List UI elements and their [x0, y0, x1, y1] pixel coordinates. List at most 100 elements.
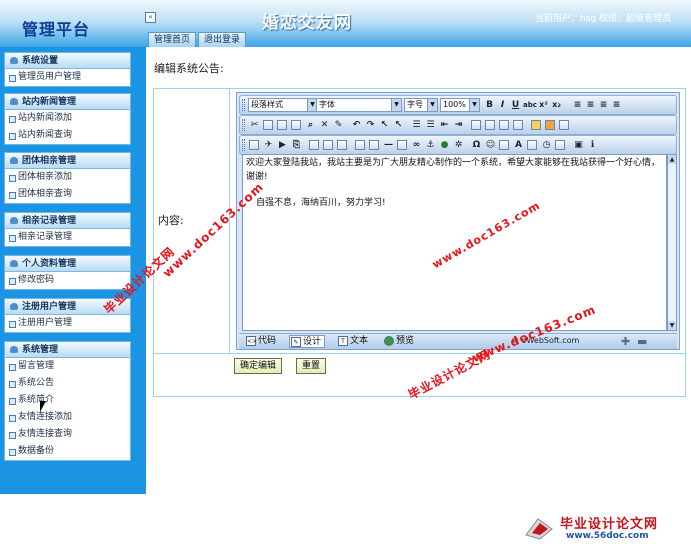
mode-text-tab[interactable]: T 文本	[337, 335, 368, 348]
italic-icon[interactable]: I	[497, 99, 508, 111]
format-brush-icon[interactable]: ✎	[333, 119, 344, 131]
media-icon[interactable]: ▶	[277, 139, 288, 151]
insert-date-icon[interactable]	[499, 140, 509, 150]
mode-preview-tab[interactable]: 预览	[383, 335, 414, 348]
redo-icon[interactable]: ↷	[365, 119, 376, 131]
sidebar-item-messages[interactable]: 留言管理	[5, 358, 130, 375]
copy-icon[interactable]	[263, 120, 273, 130]
mode-code-tab[interactable]: <> 代码	[245, 335, 276, 348]
insert-layer-icon[interactable]	[513, 120, 523, 130]
zoom-select[interactable]: 100% ▼	[440, 98, 480, 112]
collapse-sidebar-icon[interactable]: «	[145, 12, 156, 23]
spell-check-icon[interactable]: A	[513, 139, 524, 151]
select-icon[interactable]: ↖	[379, 119, 390, 131]
scroll-up-icon[interactable]: ▲	[668, 155, 676, 164]
timer-icon[interactable]: ◷	[541, 139, 552, 151]
sidebar-group-title[interactable]: 系统管理	[5, 342, 130, 358]
sidebar-item-data-backup[interactable]: 数据备份	[5, 443, 130, 460]
superscript-icon[interactable]: x²	[538, 99, 549, 111]
unordered-list-icon[interactable]: ☰	[425, 119, 436, 131]
special-char-icon[interactable]: Ω	[471, 139, 482, 151]
flash-icon[interactable]: ✈	[263, 139, 274, 151]
align-left-icon[interactable]: ≡	[572, 99, 583, 111]
anchor-icon[interactable]: ⚓	[425, 139, 436, 151]
ordered-list-icon[interactable]: ☰	[411, 119, 422, 131]
delete-icon[interactable]: ✕	[319, 119, 330, 131]
font-size-select[interactable]: 字号 ▼	[404, 98, 438, 112]
sidebar-item-introduction[interactable]: 系统简介	[5, 392, 130, 409]
table-props-icon[interactable]	[323, 140, 333, 150]
sidebar-item-group-dating-add[interactable]: 团体相亲添加	[5, 169, 130, 186]
insert-page-icon[interactable]	[559, 120, 569, 130]
reset-button[interactable]: 重置	[296, 358, 327, 374]
align-justify-icon[interactable]: ≡	[611, 99, 622, 111]
sidebar-group-system-management: 系统管理 留言管理 系统公告 系统简介 友情连接添加 友情连接查询 数据备份	[4, 341, 131, 461]
find-icon[interactable]: ⌕	[305, 119, 316, 131]
image-icon[interactable]	[249, 140, 259, 150]
outdent-icon[interactable]: ⇤	[439, 119, 450, 131]
sidebar-group-system-settings: 系统设置 管理员用户管理	[4, 52, 131, 87]
toolbar-grip[interactable]	[242, 139, 245, 151]
sidebar-item-admin-users[interactable]: 管理员用户管理	[5, 69, 130, 86]
undo-icon[interactable]: ↶	[351, 119, 362, 131]
underline-icon[interactable]: U	[510, 99, 521, 111]
expand-icon[interactable]: ✚	[621, 336, 630, 347]
sidebar-group-title[interactable]: 团体相亲管理	[5, 153, 130, 169]
special-format-icon[interactable]	[531, 120, 541, 130]
globe-icon[interactable]: ●	[439, 139, 450, 151]
sidebar-item-group-dating-query[interactable]: 团体相亲查询	[5, 186, 130, 203]
about-icon[interactable]: ℹ	[587, 139, 598, 151]
sidebar-item-announcement[interactable]: 系统公告	[5, 375, 130, 392]
smiley-icon[interactable]: ☺	[485, 139, 496, 151]
paste-text-icon[interactable]	[291, 120, 301, 130]
font-color-icon[interactable]	[471, 120, 481, 130]
scroll-down-icon[interactable]: ▼	[668, 321, 676, 330]
tab-admin-home[interactable]: 管理首页	[148, 32, 197, 47]
sidebar-group-title[interactable]: 相亲记录管理	[5, 213, 130, 229]
sidebar-item-change-password[interactable]: 修改密码	[5, 272, 130, 289]
sidebar-item-news-add[interactable]: 站内新闻添加	[5, 110, 130, 127]
hr-icon[interactable]: —	[383, 139, 394, 151]
submit-edit-button[interactable]: 确定编辑	[234, 358, 283, 374]
link-icon[interactable]: ∞	[411, 139, 422, 151]
sidebar-group-title[interactable]: 站内新闻管理	[5, 94, 130, 110]
align-right-icon[interactable]: ≡	[598, 99, 609, 111]
form-icon[interactable]	[355, 140, 365, 150]
attachment-icon[interactable]: ⎘	[291, 139, 302, 151]
toolbar-grip[interactable]	[242, 99, 245, 111]
mode-design-tab[interactable]: ✎ 设计	[289, 335, 326, 348]
highlight-icon[interactable]	[485, 120, 495, 130]
symbol-icon[interactable]	[555, 140, 565, 150]
sidebar-item-links-query[interactable]: 友情连接查询	[5, 426, 130, 443]
preview-icon	[384, 336, 394, 346]
input-field-icon[interactable]	[397, 140, 407, 150]
align-center-icon[interactable]: ≡	[585, 99, 596, 111]
editor-content-area[interactable]: 欢迎大家登陆我站，我站主要是为广大朋友精心制作的一个系统，希望大家能够在我站获得…	[242, 154, 667, 331]
fullscreen-icon[interactable]: ▣	[573, 139, 584, 151]
paste-icon[interactable]	[277, 120, 287, 130]
marquee-icon[interactable]: ✲	[453, 139, 464, 151]
bold-icon[interactable]: B	[484, 99, 495, 111]
pointer-icon[interactable]: ↖	[393, 119, 404, 131]
insert-row-icon[interactable]	[337, 140, 347, 150]
sidebar-group-title[interactable]: 系统设置	[5, 53, 130, 69]
sidebar-item-news-query[interactable]: 站内新闻查询	[5, 127, 130, 144]
insert-template-icon[interactable]	[499, 120, 509, 130]
sidebar-item-dating-records[interactable]: 相亲记录管理	[5, 229, 130, 246]
tab-logout[interactable]: 退出登录	[198, 32, 247, 47]
shrink-icon[interactable]: ▬	[637, 336, 647, 347]
sidebar-group-title[interactable]: 个人资料管理	[5, 256, 130, 272]
toolbar-grip[interactable]	[242, 119, 245, 131]
table-icon[interactable]	[309, 140, 319, 150]
frame-icon[interactable]	[527, 140, 537, 150]
insert-field-icon[interactable]	[545, 120, 555, 130]
strikethrough-icon[interactable]: abc	[523, 99, 537, 111]
font-family-select[interactable]: 字体 ▼	[316, 98, 402, 112]
sidebar-item-links-add[interactable]: 友情连接添加	[5, 409, 130, 426]
paragraph-style-select[interactable]: 段落样式 ▼	[248, 98, 318, 112]
subscript-icon[interactable]: x₂	[551, 99, 562, 111]
indent-icon[interactable]: ⇥	[453, 119, 464, 131]
editor-scrollbar[interactable]: ▲ ▼	[667, 154, 677, 331]
cut-icon[interactable]: ✂	[249, 119, 260, 131]
textarea-icon[interactable]	[369, 140, 379, 150]
